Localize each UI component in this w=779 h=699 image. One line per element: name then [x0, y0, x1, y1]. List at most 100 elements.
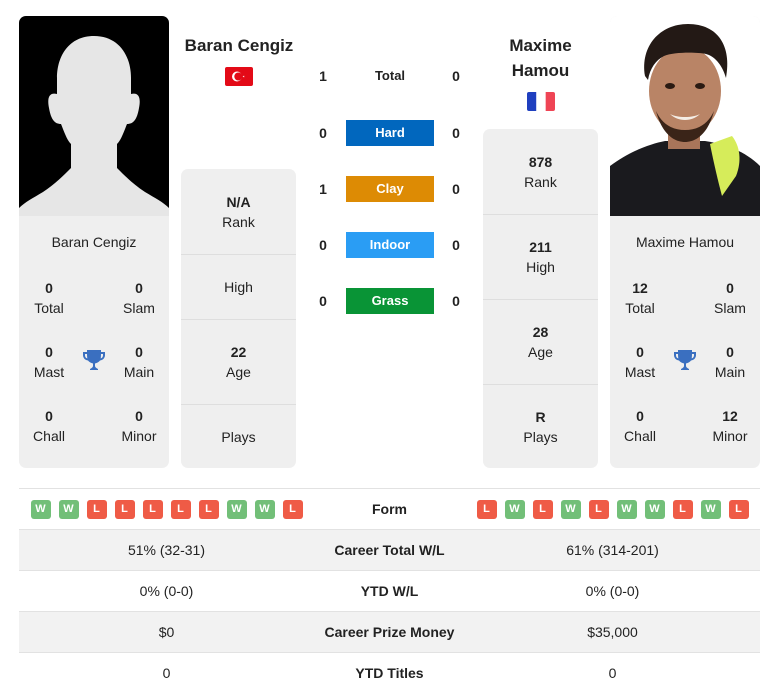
player2-titles-mast: 0 Mast [610, 342, 670, 382]
player2-name[interactable]: Maxime Hamou [483, 33, 598, 83]
player2-career-wl: 61% (314-201) [566, 542, 659, 558]
label: Mast [33, 364, 65, 380]
form-badge-win[interactable]: W [560, 499, 581, 519]
form-badge-win[interactable]: W [254, 499, 275, 519]
form-badge-win[interactable]: W [58, 499, 79, 519]
form-badge-win[interactable]: W [30, 499, 51, 519]
form-badge-win[interactable]: W [226, 499, 247, 519]
label: Main [714, 364, 746, 380]
surface-badge-grass[interactable]: Grass [346, 288, 434, 314]
prize-money-row: $0 Career Prize Money $35,000 [19, 611, 760, 652]
value: 0 [45, 408, 53, 424]
surface-badge-clay[interactable]: Clay [346, 176, 434, 202]
trophy-icon [674, 350, 696, 370]
ytd-titles-label: YTD Titles [355, 665, 424, 681]
ytd-wl-row: 0% (0-0) YTD W/L 0% (0-0) [19, 570, 760, 611]
h2h-p2-value: 0 [452, 68, 460, 84]
form-badge-loss[interactable]: L [142, 499, 163, 519]
player1-ytd-titles: 0 [162, 665, 171, 681]
player2-card-name: Maxime Hamou [635, 234, 735, 250]
label: Age [226, 364, 251, 380]
player2-photo [610, 16, 760, 216]
h2h-label-total: Total [374, 68, 406, 83]
form-badge-loss[interactable]: L [86, 499, 107, 519]
player1-ytd-wl: 0% (0-0) [139, 583, 194, 599]
player1-form: WWLLLLLWWL [19, 499, 314, 519]
player2-rank: 878 Rank [483, 129, 598, 214]
player2-prize-money: $35,000 [587, 624, 638, 640]
player2-name-line1: Maxime [509, 36, 572, 55]
value: 211 [529, 239, 552, 255]
value: 0 [726, 280, 734, 296]
value: 12 [722, 408, 738, 424]
career-wl-row: 51% (32-31) Career Total W/L 61% (314-20… [19, 529, 760, 570]
form-label: Form [372, 501, 407, 517]
value: 0 [636, 408, 644, 424]
form-badge-win[interactable]: W [504, 499, 525, 519]
value: 12 [632, 280, 648, 296]
form-badge-loss[interactable]: L [476, 499, 497, 519]
value: 0 [135, 344, 143, 360]
surface-badge-indoor[interactable]: Indoor [346, 232, 434, 258]
form-badge-loss[interactable]: L [282, 499, 303, 519]
player1-plays: Plays [181, 404, 296, 468]
surface-badge-hard[interactable]: Hard [346, 120, 434, 146]
player1-name[interactable]: Baran Cengiz [178, 33, 300, 58]
h2h-p1-value: 1 [319, 68, 327, 84]
label: Rank [524, 173, 557, 190]
label: Age [528, 344, 553, 360]
label: Main [123, 364, 155, 380]
player2-ytd-wl: 0% (0-0) [585, 583, 640, 599]
form-badge-win[interactable]: W [700, 499, 721, 519]
form-badge-loss[interactable]: L [198, 499, 219, 519]
player2-titles-chall: 0 Chall [610, 406, 670, 446]
label: Chall [33, 428, 65, 444]
player2-age: 28 Age [483, 299, 598, 384]
player1-high: High [181, 254, 296, 319]
form-badge-loss[interactable]: L [170, 499, 191, 519]
player1-career-wl: 51% (32-31) [127, 542, 206, 558]
value: N/A [226, 193, 251, 210]
label: Slam [714, 300, 746, 316]
h2h-p1-value: 0 [319, 237, 327, 253]
value: 0 [45, 344, 53, 360]
form-badge-win[interactable]: W [644, 499, 665, 519]
h2h-p1-value: 0 [319, 125, 327, 141]
player2-ytd-titles: 0 [608, 665, 617, 681]
value: 878 [528, 153, 553, 170]
comparison-table: WWLLLLLWWL Form LWLWLWWLWL 51% (32-31) C… [19, 488, 760, 693]
player1-photo-silhouette [19, 16, 169, 216]
label: Total [34, 300, 64, 316]
player2-plays: R Plays [483, 384, 598, 468]
player1-card-name: Baran Cengiz [51, 234, 137, 250]
label: High [526, 259, 555, 275]
player1-titles-mast: 0 Mast [19, 342, 79, 382]
form-badge-loss[interactable]: L [532, 499, 553, 519]
player2-form: LWLWLWWLWL [465, 499, 760, 519]
player1-card: Baran Cengiz 0 Total 0 Slam 0 Mast 0 Mai… [19, 16, 169, 468]
h2h-p1-value: 0 [319, 293, 327, 309]
form-badge-loss[interactable]: L [114, 499, 135, 519]
form-badge-win[interactable]: W [616, 499, 637, 519]
form-badge-loss[interactable]: L [588, 499, 609, 519]
value: 0 [636, 344, 644, 360]
player1-info-column: N/A Rank High 22 Age Plays [181, 169, 296, 468]
player2-titles-main: 0 Main [700, 342, 760, 382]
player1-prize-money: $0 [158, 624, 175, 640]
form-badge-loss[interactable]: L [672, 499, 693, 519]
player2-card: Maxime Hamou 12 Total 0 Slam 0 Mast 0 Ma… [610, 16, 760, 468]
player2-titles-minor: 12 Minor [700, 406, 760, 446]
label: Minor [712, 428, 748, 444]
player1-titles-total: 0 Total [19, 278, 79, 318]
ytd-wl-label: YTD W/L [360, 583, 419, 599]
player1-rank: N/A Rank [181, 169, 296, 254]
label: Plays [221, 428, 256, 445]
form-badge-loss[interactable]: L [728, 499, 749, 519]
value: 0 [45, 280, 53, 296]
h2h-hard-row: 0 Hard 0 [310, 120, 470, 146]
player2-titles-total: 12 Total [610, 278, 670, 318]
france-flag-icon [527, 92, 555, 111]
ytd-titles-row: 0 YTD Titles 0 [19, 652, 760, 693]
label: Total [625, 300, 655, 316]
h2h-p2-value: 0 [452, 125, 460, 141]
